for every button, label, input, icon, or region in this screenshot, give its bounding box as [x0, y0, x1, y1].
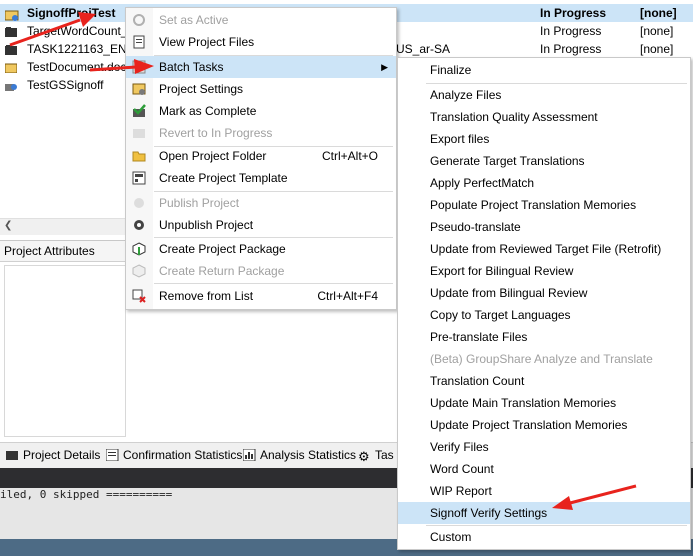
- annotation-arrow: [552, 484, 637, 510]
- annotation-arrow: [89, 59, 154, 74]
- annotation-arrows: [9, 12, 637, 510]
- annotation-arrow: [9, 12, 96, 47]
